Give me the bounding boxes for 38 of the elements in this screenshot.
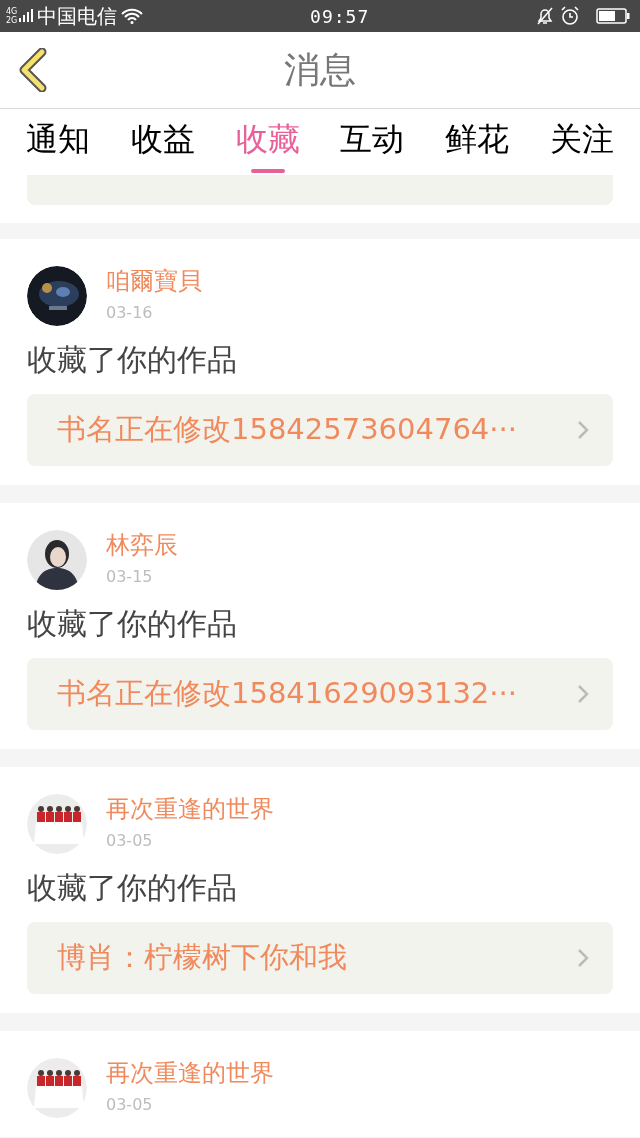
clock-time: 09:57 xyxy=(310,4,370,29)
tab-indicator xyxy=(250,169,285,173)
book-title: 博肖：柠檬树下你和我 xyxy=(57,939,348,977)
message-text: 收藏了你的作品 xyxy=(27,341,238,379)
message-text: 收藏了你的作品 xyxy=(27,605,238,643)
wifi-icon xyxy=(121,8,144,24)
tab[interactable]: 收益 xyxy=(130,115,195,169)
user-name[interactable]: 林弈辰 xyxy=(106,530,178,560)
alarm-icon xyxy=(560,6,580,26)
tab[interactable]: 收藏 xyxy=(235,115,300,169)
tab[interactable]: 互动 xyxy=(340,115,405,169)
message-date: 03-16 xyxy=(106,302,154,324)
page-title: 消息 xyxy=(284,48,356,92)
mute-bell-icon xyxy=(536,6,554,26)
tab[interactable]: 关注 xyxy=(550,115,614,169)
message-date: 03-15 xyxy=(106,566,154,588)
chevron-right-icon xyxy=(577,684,589,704)
book-title: 书名正在修改15841629093132··· xyxy=(57,675,518,713)
back-icon[interactable] xyxy=(18,48,48,92)
chevron-right-icon xyxy=(577,948,589,968)
network-label: 4G xyxy=(6,7,18,16)
user-name[interactable]: 再次重逢的世界 xyxy=(106,794,274,824)
user-name[interactable]: 咱爾寶貝 xyxy=(106,266,202,296)
message-text: 收藏了你的作品 xyxy=(27,869,238,907)
tab[interactable]: 鲜花 xyxy=(445,115,510,169)
signal-icon xyxy=(19,9,34,23)
book-card[interactable]: 博肖：柠檬树下你和我 xyxy=(27,922,613,994)
battery-icon xyxy=(596,8,630,24)
message-date: 03-05 xyxy=(106,1094,154,1116)
carrier-name: 中国电信 xyxy=(37,3,118,30)
book-card[interactable]: 书名正在修改15842573604764··· xyxy=(27,394,613,466)
network-label: 2G xyxy=(6,16,18,25)
chevron-right-icon xyxy=(577,420,589,440)
book-title: 书名正在修改15842573604764··· xyxy=(57,411,518,449)
message-date: 03-05 xyxy=(106,830,154,852)
user-name[interactable]: 再次重逢的世界 xyxy=(106,1058,274,1088)
book-card[interactable]: 书名正在修改15841629093132··· xyxy=(27,658,613,730)
tab[interactable]: 通知 xyxy=(26,115,90,169)
